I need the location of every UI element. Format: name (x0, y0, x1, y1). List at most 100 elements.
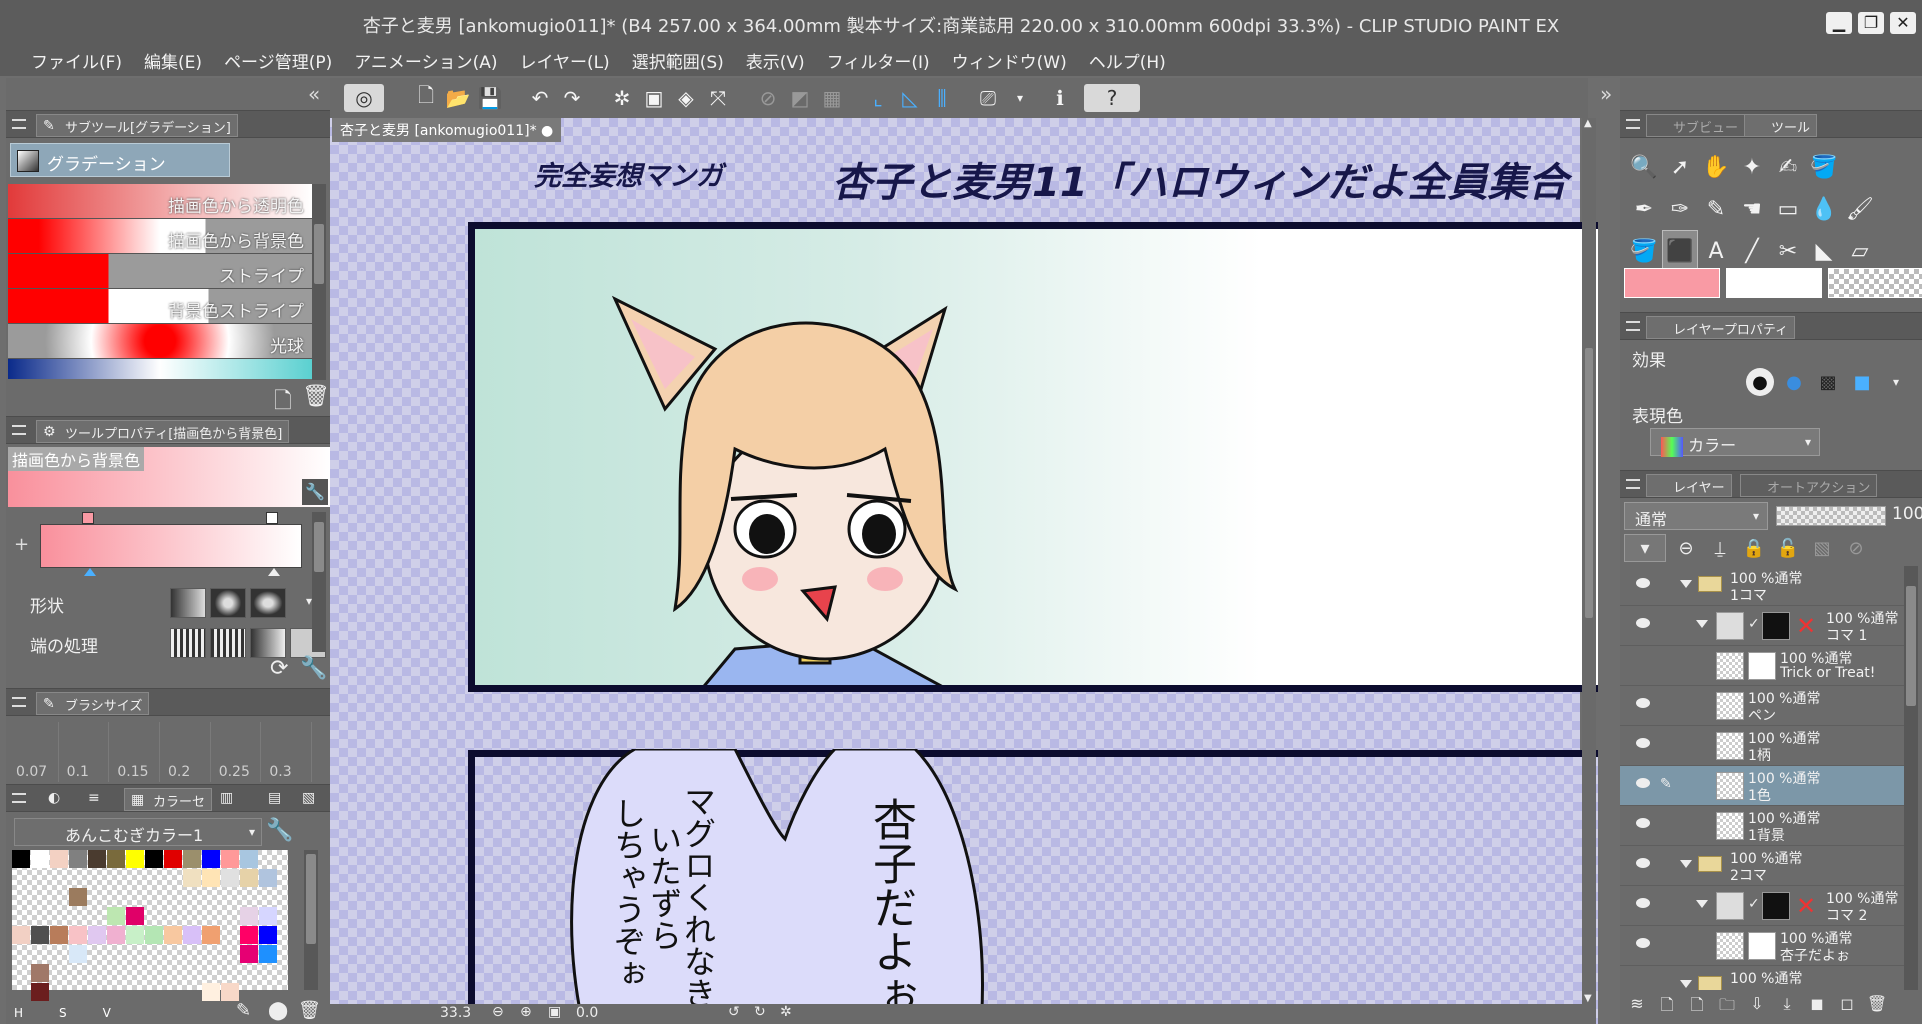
color-swatch[interactable] (12, 869, 30, 887)
gradient-editor-bar[interactable] (40, 524, 302, 568)
color-set-tab[interactable]: ▦ カラーセ (124, 788, 213, 811)
special-ruler-snap-icon[interactable]: ◺ (896, 84, 924, 112)
close-button[interactable]: ✕ (1890, 12, 1916, 34)
edge-reflect-button[interactable] (210, 628, 246, 658)
color-swatch[interactable] (278, 850, 296, 868)
color-swatch[interactable] (278, 945, 296, 963)
blend-tool-icon[interactable]: 💧 (1806, 188, 1842, 230)
sub-color-swatch[interactable] (1726, 268, 1822, 298)
subview-tab[interactable]: サブビュー (1646, 114, 1746, 137)
expand-icon[interactable] (1680, 860, 1692, 868)
frame-tool-icon[interactable]: ▭ (1770, 188, 1806, 230)
color-swatch[interactable] (202, 907, 220, 925)
color-swatch[interactable] (12, 983, 30, 1001)
color-swatch[interactable] (88, 983, 106, 1001)
fit-icon[interactable]: ▣ (548, 1004, 561, 1020)
color-swatch[interactable] (202, 850, 220, 868)
gradient-start-node[interactable] (82, 512, 94, 524)
color-swatch[interactable] (259, 926, 277, 944)
eye-icon[interactable] (1636, 578, 1650, 588)
color-swatch[interactable] (259, 850, 277, 868)
color-history-tab-icon[interactable]: ▧ (302, 790, 315, 806)
panel-menu-icon[interactable] (12, 697, 26, 707)
settings-wrench-icon[interactable]: 🔧 (300, 656, 327, 681)
color-swatch[interactable] (50, 888, 68, 906)
color-swatch[interactable] (107, 926, 125, 944)
color-set-dropdown[interactable]: あんこむぎカラー1 ▾ (14, 818, 262, 846)
layer-folder-3[interactable]: 100 %通常 (1620, 966, 1908, 990)
scroll-up-icon[interactable]: ▲ (1584, 118, 1592, 129)
correct-line-tool-icon[interactable]: ◣ (1806, 230, 1842, 272)
color-swatch[interactable] (259, 907, 277, 925)
color-swatch[interactable] (126, 907, 144, 925)
color-swatch[interactable] (50, 869, 68, 887)
tone-effect-icon[interactable]: ● (1780, 368, 1808, 396)
panel-menu-icon[interactable] (1626, 119, 1640, 129)
menu-window[interactable]: ウィンドウ(W) (941, 44, 1078, 76)
expand-icon[interactable] (1680, 580, 1692, 588)
color-swatch[interactable] (126, 945, 144, 963)
auto-action-tab[interactable]: オートアクション (1740, 474, 1878, 497)
zoom-value[interactable]: 33.3 (440, 1005, 471, 1021)
color-palette[interactable] (12, 850, 288, 1001)
layer-color-selected[interactable]: ✎ 100 %通常 1色 (1620, 766, 1908, 806)
brush-size-item[interactable]: 0.25 (211, 722, 262, 782)
color-swatch[interactable] (31, 983, 49, 1001)
reset-rotation-icon[interactable]: ✲ (780, 1004, 792, 1020)
expand-icon[interactable] (1696, 900, 1708, 908)
color-swatch[interactable] (259, 964, 277, 982)
color-slider-tab-icon[interactable]: ≡ (88, 790, 100, 806)
layer-background[interactable]: 100 %通常 1背景 (1620, 806, 1908, 846)
color-swatch[interactable] (278, 983, 296, 1001)
color-swatch[interactable] (183, 926, 201, 944)
color-swatch[interactable] (240, 926, 258, 944)
layer-property-tab[interactable]: レイヤープロパティ (1646, 316, 1796, 339)
effect-dropdown-icon[interactable]: ▾ (1882, 368, 1910, 396)
color-swatch[interactable] (126, 983, 144, 1001)
subtool-item[interactable]: ストライプ (8, 254, 312, 289)
color-swatch[interactable] (145, 850, 163, 868)
color-swatch[interactable] (183, 850, 201, 868)
zoom-out-icon[interactable]: ⊖ (492, 1004, 504, 1020)
info-icon[interactable]: ℹ (1046, 84, 1074, 112)
pencil-tool-icon[interactable]: ✑ (1662, 188, 1698, 230)
color-swatch[interactable] (50, 945, 68, 963)
brush-size-item[interactable]: 0.1 (59, 722, 110, 782)
wrench-icon[interactable]: 🔧 (302, 479, 328, 505)
color-swatch[interactable] (145, 945, 163, 963)
angle-value[interactable]: 0.0 (576, 1005, 598, 1021)
tool-tab[interactable]: ツール (1744, 114, 1818, 137)
new-raster-layer-icon[interactable]: 🗋 (1656, 994, 1678, 1016)
grid-snap-icon[interactable]: ⫼ (928, 84, 956, 112)
subtool-item[interactable]: 描画色から透明色 (8, 184, 312, 219)
tone-pattern-icon[interactable]: ▩ (1814, 368, 1842, 396)
menu-edit[interactable]: 編集(E) (133, 44, 213, 76)
color-swatch[interactable] (145, 888, 163, 906)
color-swatch[interactable] (107, 869, 125, 887)
color-swatch[interactable] (240, 983, 258, 1001)
eye-icon[interactable] (1636, 818, 1650, 828)
color-swatch[interactable] (278, 926, 296, 944)
intermediate-color-tab-icon[interactable]: ▥ (220, 790, 233, 806)
color-swatch[interactable] (107, 945, 125, 963)
color-swatch[interactable] (259, 869, 277, 887)
canvas-scroll-thumb[interactable] (1585, 348, 1593, 618)
operation-tool-icon[interactable]: ➚ (1662, 146, 1698, 188)
subtool-item-selected[interactable]: 描画色から背景色 (8, 219, 312, 254)
color-swatch[interactable] (278, 964, 296, 982)
eye-icon[interactable] (1636, 898, 1650, 908)
color-swatch[interactable] (69, 888, 87, 906)
edge-repeat-button[interactable] (170, 628, 206, 658)
color-swatch[interactable] (126, 850, 144, 868)
layer-frame-1[interactable]: ✓ ✕ 100 %通常 コマ 1 (1620, 606, 1908, 646)
color-swatch[interactable] (164, 945, 182, 963)
color-swatch[interactable] (145, 869, 163, 887)
subtool-item[interactable]: 光球 (8, 324, 312, 359)
layer-scrollbar[interactable] (1904, 566, 1918, 990)
color-swatch[interactable] (278, 869, 296, 887)
reset-icon[interactable]: ⟳ (270, 656, 288, 681)
color-swatch[interactable] (88, 964, 106, 982)
collapse-right-icon[interactable]: » (1600, 82, 1612, 106)
color-swatch[interactable] (183, 907, 201, 925)
transparent-color-swatch[interactable] (1828, 268, 1922, 298)
